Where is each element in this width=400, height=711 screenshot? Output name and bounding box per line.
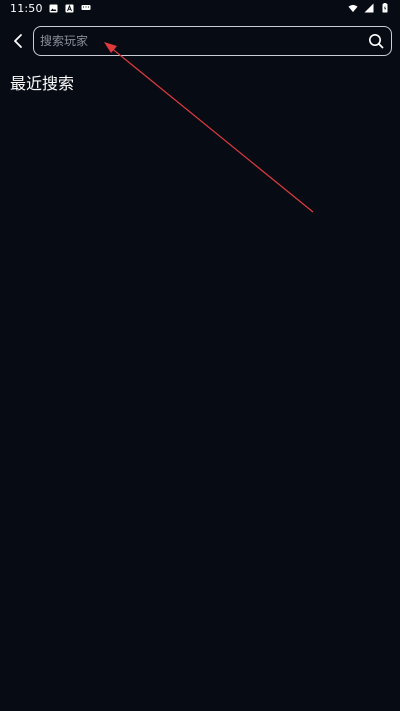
search-icon[interactable] (361, 27, 391, 55)
status-right (348, 3, 390, 13)
battery-icon (380, 3, 390, 13)
status-bar: 11:50 (0, 0, 400, 16)
back-icon (14, 34, 22, 48)
search-input[interactable] (34, 27, 361, 55)
status-time: 11:50 (10, 1, 43, 15)
annotation-arrow (104, 42, 314, 213)
status-left: 11:50 (10, 2, 91, 15)
wifi-icon (348, 3, 358, 13)
signal-icon (364, 3, 374, 13)
back-button[interactable] (8, 30, 28, 52)
search-row (0, 26, 400, 56)
search-box[interactable] (33, 26, 392, 56)
font-notification-icon (65, 3, 75, 13)
gallery-notification-icon (49, 3, 59, 13)
recent-searches-title: 最近搜索 (10, 74, 75, 93)
keyboard-notification-icon (81, 3, 91, 13)
